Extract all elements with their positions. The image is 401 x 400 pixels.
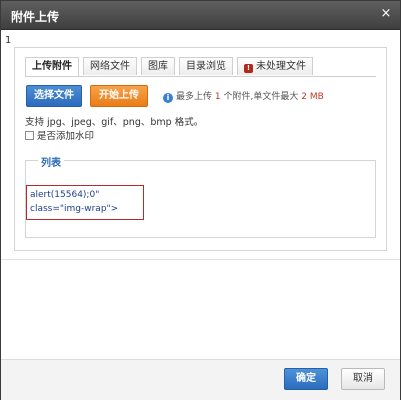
code-line-2: class="img-wrap"> xyxy=(30,204,119,214)
dialog-footer: 确定 取消 xyxy=(1,359,400,400)
dialog-content: 1 上传附件 网络文件 图库 目录浏览 ! 未处理文件 选择文件 开始上传 i … xyxy=(1,30,400,359)
tab-upload-attachment[interactable]: 上传附件 xyxy=(25,57,79,77)
injected-code-box: alert(15564);0" class="img-wrap"> xyxy=(26,185,144,220)
stray-text: 1 xyxy=(5,35,12,46)
info-icon: i xyxy=(163,93,173,103)
supported-formats-text: 支持 jpg、jpeg、gif、png、bmp 格式。 xyxy=(25,117,204,128)
tab-gallery[interactable]: 图库 xyxy=(141,57,175,75)
tab-label: 图库 xyxy=(148,61,168,72)
cancel-button[interactable]: 取消 xyxy=(341,368,385,390)
upload-panel: 上传附件 网络文件 图库 目录浏览 ! 未处理文件 选择文件 开始上传 i 最多… xyxy=(14,47,387,251)
close-icon[interactable]: × xyxy=(380,7,392,20)
max-file-size: 2 MB xyxy=(301,92,324,102)
tab-label: 未处理文件 xyxy=(256,61,306,72)
tab-directory-browse[interactable]: 目录浏览 xyxy=(179,57,233,75)
ok-button[interactable]: 确定 xyxy=(284,368,328,390)
watermark-label: 是否添加水印 xyxy=(37,131,95,142)
watermark-option: 是否添加水印 xyxy=(25,128,94,142)
info-middle: 个附件,单文件最大 xyxy=(223,92,299,102)
watermark-checkbox[interactable] xyxy=(25,130,34,140)
upload-limit-info: i 最多上传 1 个附件,单文件最大 2 MB xyxy=(163,89,324,103)
upload-dialog: 附件上传 × 1 上传附件 网络文件 图库 目录浏览 ! 未处理文件 选择文件 … xyxy=(0,0,401,400)
tab-network-file[interactable]: 网络文件 xyxy=(83,57,137,75)
warning-badge-icon: ! xyxy=(244,64,253,73)
code-line-1: alert(15564);0" xyxy=(30,190,100,200)
file-list-box: 列表 alert(15564);0" class="img-wrap"> xyxy=(25,154,376,238)
start-upload-button[interactable]: 开始上传 xyxy=(90,85,148,107)
tab-label: 目录浏览 xyxy=(186,61,226,72)
dialog-titlebar[interactable]: 附件上传 × xyxy=(1,1,400,30)
max-files-count: 1 xyxy=(214,92,221,102)
dialog-title: 附件上传 xyxy=(11,10,60,24)
content-separator xyxy=(1,259,400,260)
info-prefix: 最多上传 xyxy=(176,92,213,102)
list-legend: 列表 xyxy=(38,154,64,169)
tab-divider xyxy=(25,76,376,77)
tab-bar: 上传附件 网络文件 图库 目录浏览 ! 未处理文件 xyxy=(25,57,317,77)
select-file-button[interactable]: 选择文件 xyxy=(26,85,82,107)
tab-label: 网络文件 xyxy=(90,61,130,72)
tab-unprocessed-files[interactable]: ! 未处理文件 xyxy=(237,57,313,75)
tab-label: 上传附件 xyxy=(32,61,72,72)
